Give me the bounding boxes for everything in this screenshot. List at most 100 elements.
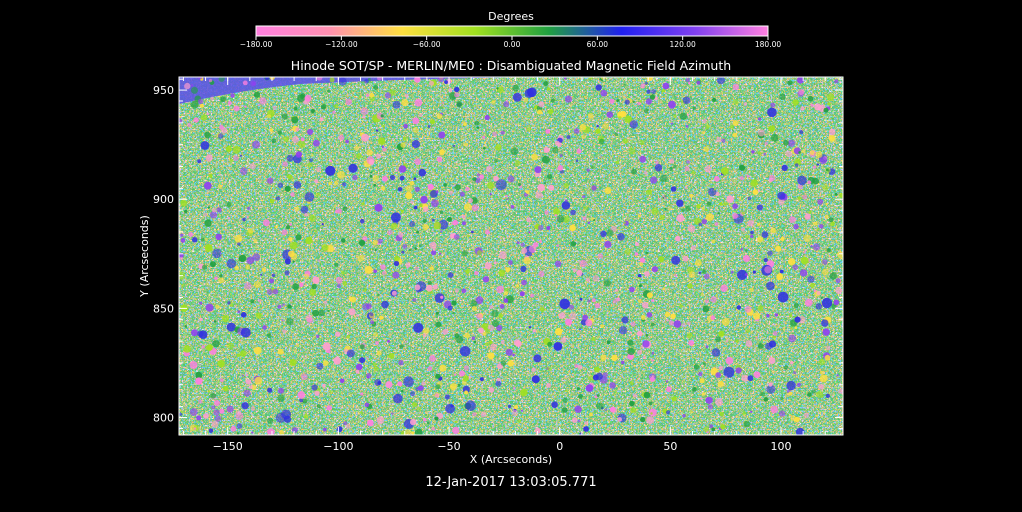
- heatmap-blob: [334, 262, 339, 267]
- heatmap-blob: [496, 86, 504, 94]
- heatmap-blob: [745, 340, 753, 347]
- heatmap-blob: [810, 103, 814, 108]
- heatmap-blob: [320, 104, 327, 110]
- heatmap-blob: [816, 390, 824, 398]
- heatmap-blob: [306, 128, 314, 136]
- heatmap-blob: [669, 166, 673, 171]
- heatmap-blob: [602, 122, 609, 130]
- heatmap-blob: [414, 158, 421, 165]
- heatmap-blob: [705, 213, 714, 222]
- heatmap-blob: [200, 141, 210, 150]
- heatmap-blob: [356, 314, 360, 318]
- heatmap-blob: [402, 244, 408, 249]
- heatmap-blob: [817, 198, 824, 205]
- heatmap-blob: [210, 393, 217, 399]
- heatmap-blob: [251, 431, 254, 434]
- heatmap-blob: [739, 164, 746, 171]
- heatmap-blob: [215, 304, 220, 310]
- heatmap-blob: [717, 212, 720, 215]
- heatmap-blob: [512, 84, 519, 92]
- heatmap-blob: [595, 128, 601, 134]
- heatmap-blob: [617, 417, 622, 422]
- heatmap-blob: [682, 255, 689, 262]
- heatmap-blob: [687, 279, 691, 282]
- heatmap-blob: [288, 250, 295, 257]
- heatmap-blob: [554, 260, 562, 268]
- heatmap-blob: [440, 230, 443, 233]
- heatmap-blob: [651, 375, 654, 378]
- heatmap-blob: [600, 89, 608, 97]
- heatmap-blob: [824, 354, 831, 361]
- heatmap-blob: [789, 314, 792, 317]
- heatmap-blob: [747, 220, 754, 227]
- heatmap-blob: [671, 396, 677, 402]
- heatmap-blob: [382, 175, 388, 182]
- heatmap-blob: [295, 151, 303, 158]
- heatmap-blob: [809, 150, 815, 156]
- heatmap-blob: [215, 233, 222, 240]
- heatmap-blob: [292, 283, 300, 290]
- heatmap-blob: [587, 299, 591, 303]
- heatmap-blob: [576, 148, 582, 154]
- heatmap-blob: [646, 89, 651, 94]
- heatmap-blob: [381, 270, 386, 276]
- heatmap-blob: [692, 238, 696, 241]
- heatmap-blob: [713, 175, 720, 182]
- heatmap-blob: [788, 414, 791, 417]
- heatmap-blob: [696, 80, 701, 85]
- heatmap-blob: [816, 228, 819, 231]
- heatmap-blob: [459, 191, 465, 197]
- heatmap-blob: [203, 413, 209, 419]
- heatmap-blob: [813, 221, 818, 226]
- heatmap-blob: [770, 227, 777, 234]
- heatmap-blob: [275, 196, 281, 201]
- heatmap-blob: [801, 149, 806, 154]
- heatmap-blob: [743, 102, 747, 106]
- heatmap-blob: [826, 248, 831, 253]
- heatmap-blob: [432, 284, 438, 290]
- y-tick-label: 900: [153, 193, 174, 206]
- heatmap-blob: [373, 183, 377, 187]
- heatmap-blob: [305, 236, 313, 245]
- heatmap-blob: [764, 266, 772, 274]
- heatmap-blob: [393, 393, 403, 404]
- heatmap-blob: [404, 340, 407, 343]
- heatmap-blob: [691, 170, 697, 175]
- heatmap-blob: [447, 305, 453, 311]
- heatmap-blob: [746, 174, 750, 178]
- heatmap-blob: [757, 236, 764, 243]
- heatmap-blob: [579, 129, 582, 133]
- heatmap-blob: [311, 384, 318, 391]
- heatmap-blob: [718, 365, 724, 371]
- heatmap-blob: [596, 394, 600, 397]
- x-tick-label: −100: [323, 440, 353, 453]
- colorbar-tick-label: 0.00: [504, 40, 521, 49]
- heatmap-blob: [278, 387, 284, 394]
- heatmap-blob: [618, 326, 628, 335]
- heatmap-blob: [552, 146, 559, 154]
- heatmap-blob: [636, 330, 643, 337]
- heatmap-blob: [740, 227, 745, 232]
- heatmap-blob: [303, 413, 309, 419]
- heatmap-blob: [420, 195, 428, 204]
- heatmap-blob: [314, 390, 320, 396]
- heatmap-blob: [660, 174, 668, 183]
- heatmap-blob: [309, 288, 317, 296]
- heatmap-blob: [255, 312, 262, 319]
- heatmap-blob: [269, 278, 274, 284]
- heatmap-blob: [435, 321, 442, 328]
- heatmap-blob: [682, 96, 691, 105]
- heatmap-blob: [300, 137, 305, 142]
- heatmap-blob: [250, 299, 255, 304]
- heatmap-blob: [297, 344, 300, 347]
- heatmap-blob: [376, 350, 382, 356]
- heatmap-blob: [732, 83, 740, 91]
- heatmap-blob: [414, 98, 423, 107]
- heatmap-blob: [684, 166, 690, 172]
- heatmap-blob: [664, 207, 667, 211]
- heatmap-blob: [772, 335, 776, 340]
- heatmap-blob: [790, 326, 794, 330]
- heatmap-blob: [214, 276, 218, 280]
- heatmap-blob: [714, 398, 723, 406]
- heatmap-blob: [414, 284, 421, 291]
